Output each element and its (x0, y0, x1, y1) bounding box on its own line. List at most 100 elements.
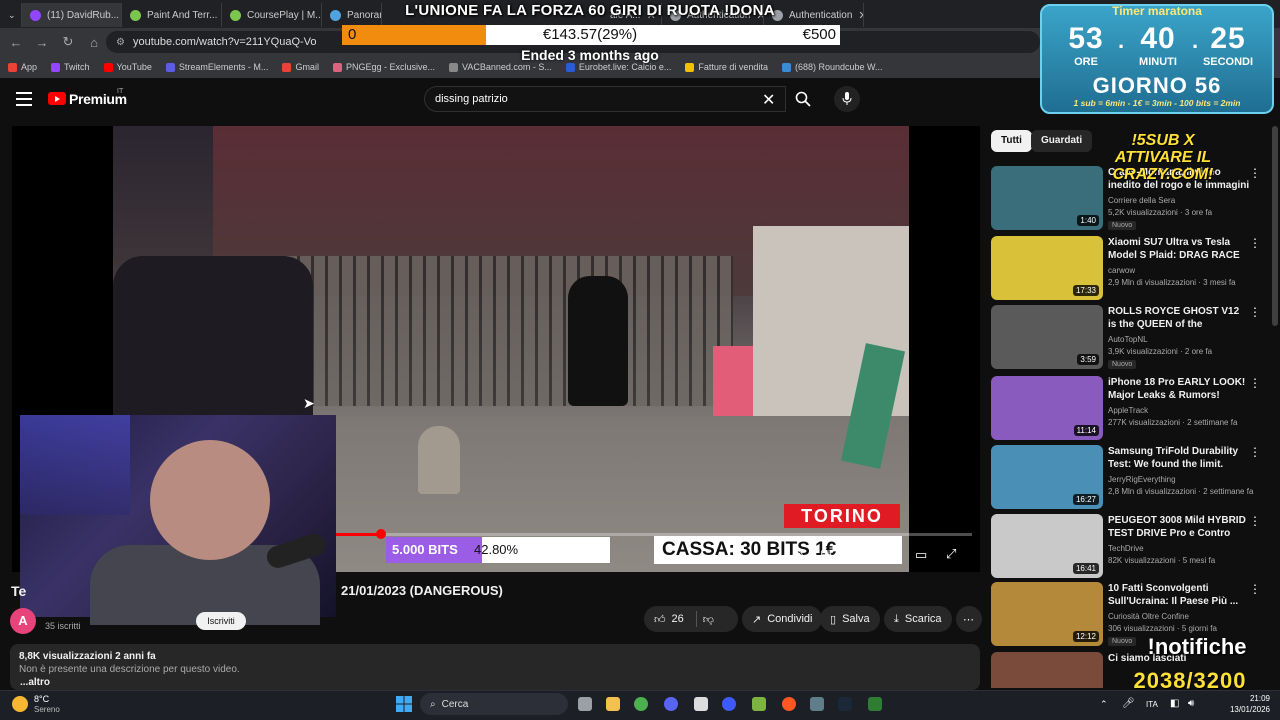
file-explorer-icon[interactable] (606, 697, 620, 711)
video-thumbnail[interactable]: 3:59 (991, 305, 1103, 369)
description-more-link[interactable]: ...altro (20, 677, 50, 688)
more-vert-icon[interactable]: ⋮ (1249, 236, 1261, 250)
browser-tab[interactable]: Paint And Terr...✕ (122, 3, 222, 27)
recommendation-channel[interactable]: AppleTrack (1108, 406, 1148, 415)
more-actions-button[interactable]: ⋯ (956, 606, 982, 632)
bookmark-item[interactable]: App (8, 62, 37, 72)
bookmark-item[interactable]: VACBanned.com - S... (448, 62, 552, 72)
recommendation-channel[interactable]: TechDrive (1108, 544, 1144, 553)
browser-tab[interactable]: CoursePlay | M...✕ (222, 3, 322, 27)
network-icon[interactable]: ◧ (1170, 698, 1179, 709)
settings-app-icon[interactable] (810, 697, 824, 711)
menu-icon[interactable] (16, 92, 32, 106)
fullscreen-icon[interactable]: ⤢ (946, 546, 956, 562)
tray-chevron-icon[interactable]: ⌃ (1100, 699, 1108, 710)
bookmark-item[interactable]: Gmail (282, 62, 319, 72)
subtitles-icon[interactable]: ▤ (820, 547, 832, 563)
microphone-tray-icon[interactable]: 🎤︎ (1122, 698, 1135, 709)
more-vert-icon[interactable]: ⋮ (1249, 445, 1261, 459)
app-icon[interactable] (694, 697, 708, 711)
bookmark-item[interactable]: YouTube (103, 62, 152, 72)
chip-watched[interactable]: Guardati (1031, 130, 1093, 152)
clock-time[interactable]: 21:09 (1226, 694, 1270, 703)
home-icon[interactable]: ⌂ (86, 35, 102, 50)
bookmark-item[interactable]: (688) Roundcube W... (781, 62, 883, 72)
autoplay-icon[interactable]: ◉ (792, 547, 803, 563)
weather-temperature[interactable]: 8°C (34, 694, 49, 704)
video-thumbnail[interactable]: 16:41 (991, 514, 1103, 578)
app-icon[interactable] (752, 697, 766, 711)
app-icon[interactable] (868, 697, 882, 711)
steam-icon[interactable] (838, 697, 852, 711)
discord-icon[interactable] (664, 697, 678, 711)
bookmark-item[interactable]: Twitch (51, 62, 90, 72)
video-thumbnail[interactable]: 11:14 (991, 376, 1103, 440)
more-vert-icon[interactable]: ⋮ (1249, 305, 1261, 319)
language-indicator[interactable]: ITA (1146, 700, 1158, 709)
video-progress-bar[interactable] (336, 533, 972, 536)
video-thumbnail[interactable] (991, 652, 1103, 688)
recommendation-title[interactable]: Xiaomi SU7 Ultra vs Tesla Model S Plaid:… (1108, 236, 1250, 262)
app-icon[interactable] (722, 697, 736, 711)
recommendation-title[interactable]: 10 Fatti Sconvolgenti Sull'Ucraina: Il P… (1108, 582, 1250, 608)
recommendation-title[interactable]: PEUGEOT 3008 Mild HYBRID TEST DRIVE Pro … (1108, 514, 1250, 540)
recommendation-channel[interactable]: carwow (1108, 266, 1135, 275)
video-thumbnail[interactable]: 16:27 (991, 445, 1103, 509)
voice-search-button[interactable] (834, 86, 860, 112)
recommendation-title[interactable]: Samsung TriFold Durability Test: We foun… (1108, 445, 1250, 471)
bookmark-item[interactable]: PNGEgg - Exclusive... (332, 62, 435, 72)
youtube-logo-icon[interactable] (48, 92, 66, 105)
subscribe-button[interactable]: Iscriviti (196, 612, 246, 630)
more-vert-icon[interactable]: ⋮ (1249, 514, 1261, 528)
miniplayer-icon[interactable]: ▣ (882, 547, 894, 563)
thumbs-down-icon[interactable]: 👎︎ (703, 613, 714, 626)
video-thumbnail[interactable]: 12:12 (991, 582, 1103, 646)
theater-mode-icon[interactable]: ▭ (915, 547, 927, 563)
video-thumbnail[interactable]: 1:40 (991, 166, 1103, 230)
recommendation-item[interactable]: 17:33 Xiaomi SU7 Ultra vs Tesla Model S … (991, 236, 1261, 300)
more-vert-icon[interactable]: ⋮ (1249, 376, 1261, 390)
clear-search-icon[interactable]: ✕ (762, 90, 775, 110)
search-button[interactable] (788, 86, 818, 112)
video-scrubber-handle[interactable] (375, 529, 386, 539)
more-vert-icon[interactable]: ⋮ (1249, 582, 1261, 596)
recommendation-item[interactable]: 16:41 PEUGEOT 3008 Mild HYBRID TEST DRIV… (991, 514, 1261, 578)
recommendation-channel[interactable]: JerryRigEverything (1108, 475, 1176, 484)
back-icon[interactable]: ← (8, 35, 24, 50)
like-button[interactable]: 👍︎ 26 👎︎ (644, 606, 738, 632)
recommendation-item[interactable]: 16:27 Samsung TriFold Durability Test: W… (991, 445, 1261, 509)
chip-all[interactable]: Tutti (991, 130, 1032, 152)
site-info-icon[interactable]: ⚙ (116, 37, 125, 48)
bookmark-item[interactable]: Eurobet.live: Calcio e... (565, 62, 671, 72)
bookmark-item[interactable]: StreamElements - M... (165, 62, 268, 72)
recommendation-title[interactable]: ROLLS ROYCE GHOST V12 is the QUEEN of th… (1108, 305, 1250, 331)
forward-icon[interactable]: → (34, 35, 50, 50)
settings-icon[interactable]: ⚙ (851, 546, 863, 562)
recommendation-channel[interactable]: Corriere della Sera (1108, 196, 1175, 205)
recommendation-channel[interactable]: AutoTopNL (1108, 335, 1148, 344)
search-input[interactable]: dissing patrizio (424, 86, 786, 112)
recommendation-item[interactable]: 11:14 iPhone 18 Pro EARLY LOOK! Major Le… (991, 376, 1261, 440)
windows-start-icon[interactable] (396, 696, 412, 712)
recommendation-item[interactable]: 3:59 ROLLS ROYCE GHOST V12 is the QUEEN … (991, 305, 1261, 369)
more-vert-icon[interactable]: ⋮ (1249, 166, 1261, 180)
share-button[interactable]: ↗ Condividi (742, 606, 823, 632)
taskbar-search[interactable]: ⌕ Cerca (420, 693, 568, 715)
volume-icon[interactable]: 🔊︎ (1188, 698, 1194, 709)
reload-icon[interactable]: ↻ (60, 34, 76, 50)
app-icon[interactable] (782, 697, 796, 711)
chrome-icon[interactable] (634, 697, 648, 711)
download-button[interactable]: ⤓ Scarica (884, 606, 952, 632)
close-tab-icon[interactable]: ✕ (858, 9, 863, 22)
channel-avatar[interactable]: A (10, 608, 36, 634)
recommendation-channel[interactable]: Curiosità Oltre Confine (1108, 612, 1189, 621)
bookmark-item[interactable]: Fatture di vendita (685, 62, 768, 72)
recommendation-title[interactable]: iPhone 18 Pro EARLY LOOK! Major Leaks & … (1108, 376, 1250, 402)
weather-sun-icon[interactable] (12, 696, 28, 712)
save-button[interactable]: ▯ Salva (820, 606, 880, 632)
tab-list-button[interactable]: ⌄ (0, 3, 22, 27)
clock-date[interactable]: 13/01/2026 (1210, 705, 1270, 714)
sidebar-scrollbar[interactable] (1272, 126, 1278, 326)
browser-tab[interactable]: (11) DavidRub...✕ (22, 3, 122, 27)
task-view-icon[interactable] (578, 697, 592, 711)
